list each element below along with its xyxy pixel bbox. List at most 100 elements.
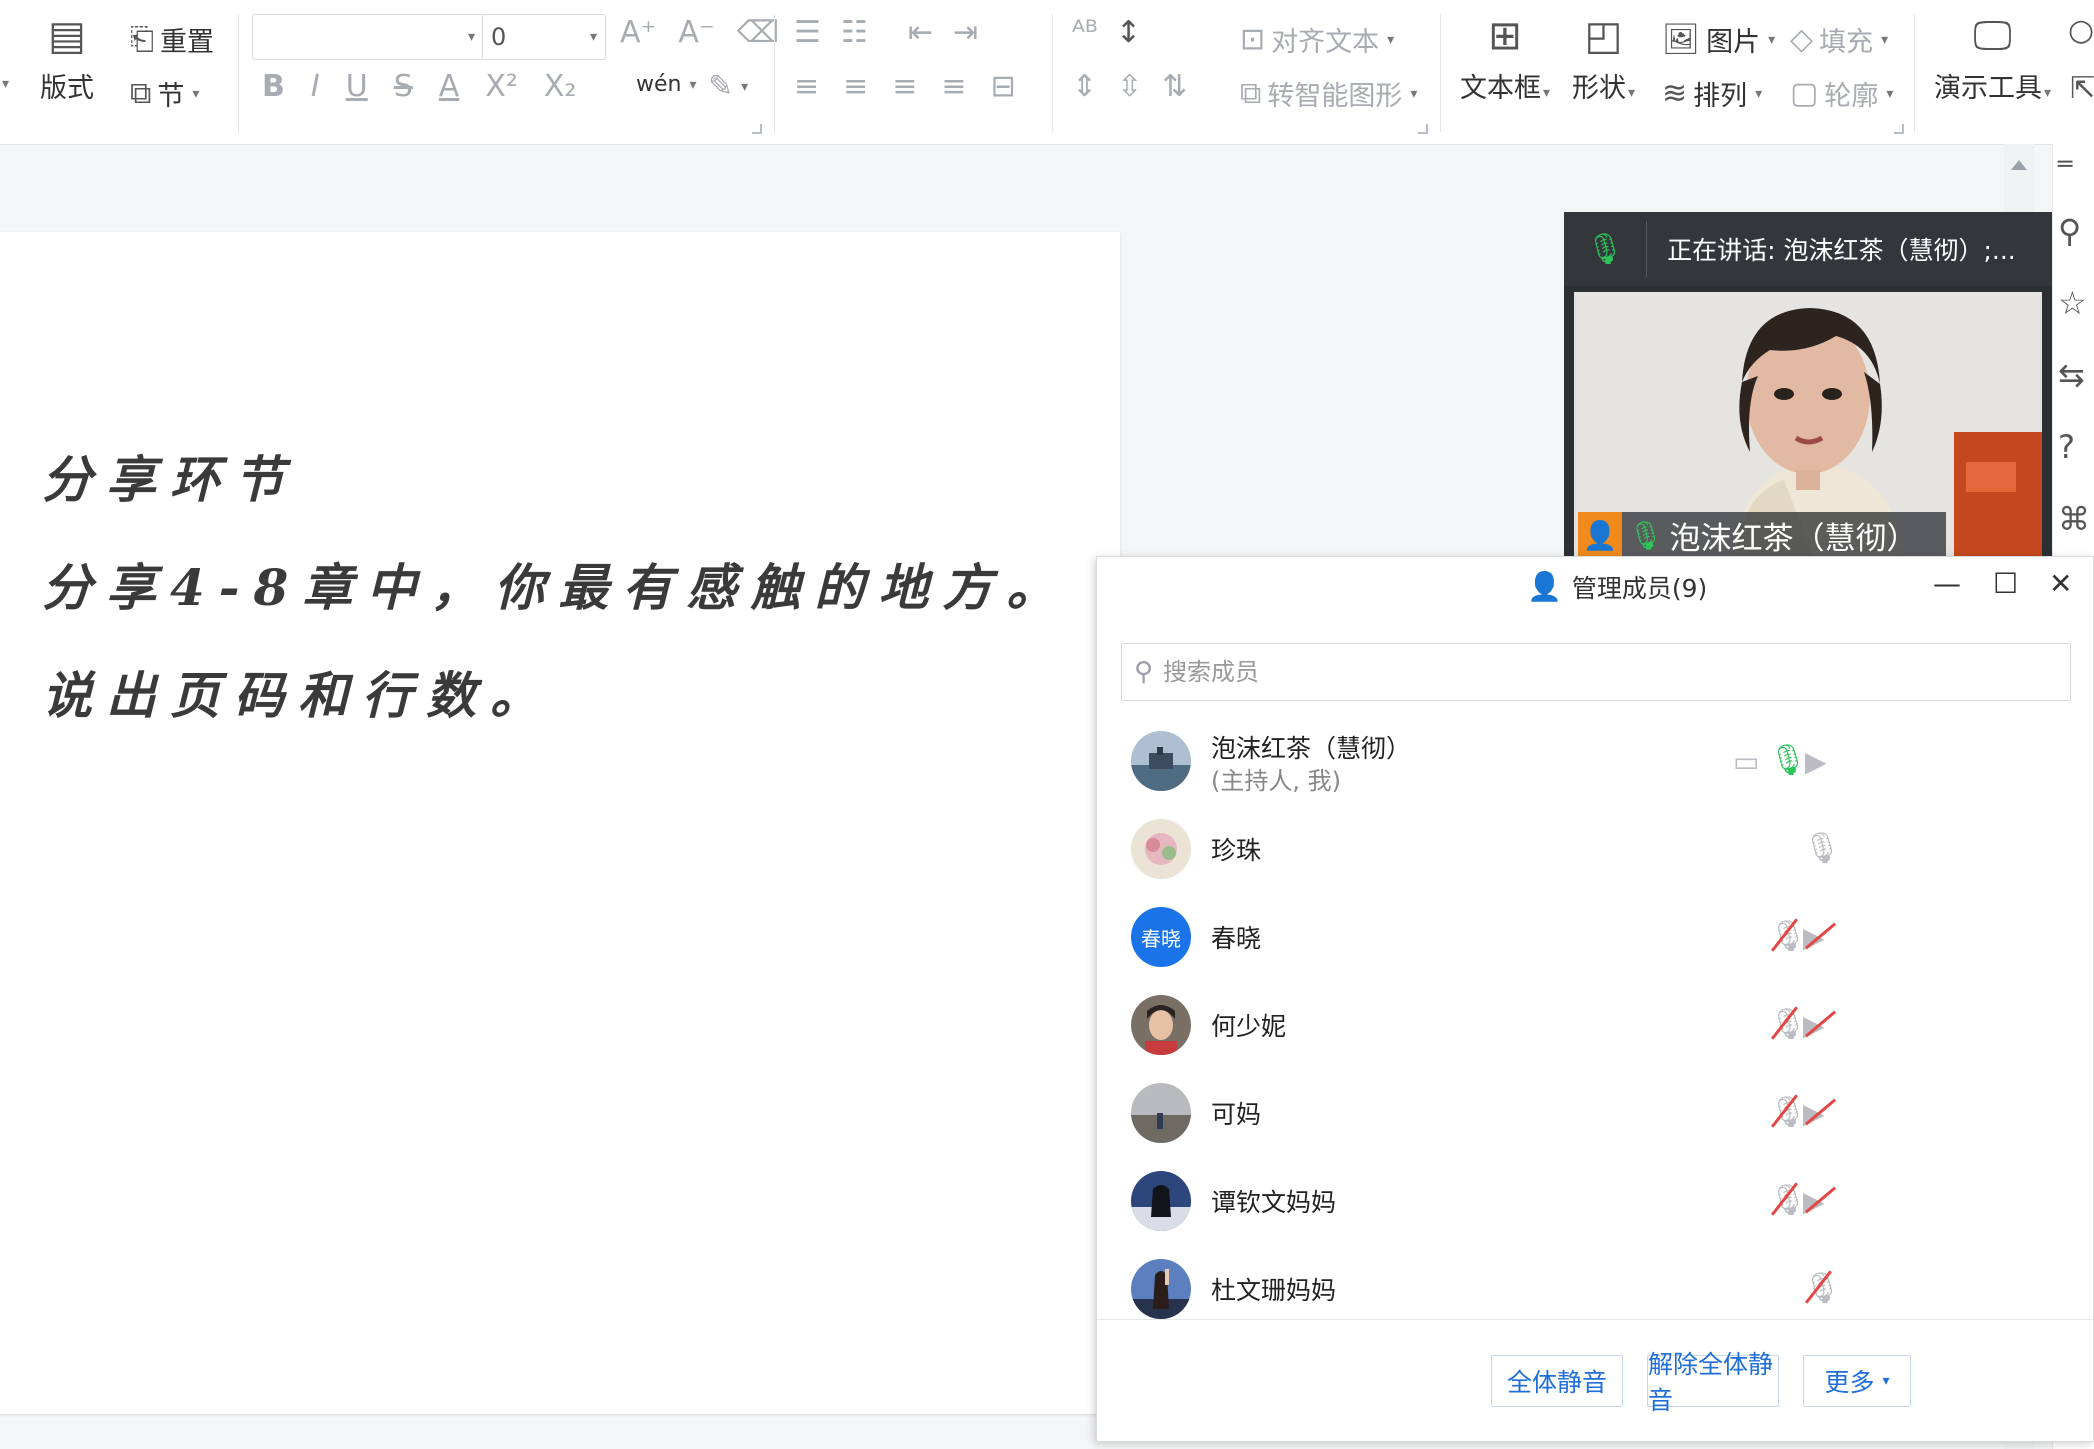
video-panel: 🎙 正在讲话: 泡沫红茶（慧彻）;... 👤 🎙 泡沫红茶（慧彻） xyxy=(1564,212,2052,558)
minimize-icon[interactable]: — xyxy=(1933,567,1961,600)
more-button[interactable]: 更多 ▾ xyxy=(1803,1355,1911,1407)
mic-muted-icon[interactable]: 🎙 xyxy=(1769,918,1807,954)
font-color-icon[interactable]: A xyxy=(439,72,460,102)
member-row[interactable]: 珍珠 🎙 xyxy=(1097,805,2093,893)
text-direction-tools: ᴬᴮ ↕ xyxy=(1072,18,1141,48)
font-name-combo[interactable]: ▾ xyxy=(252,14,484,60)
font-size-combo[interactable]: 0 ▾ xyxy=(482,14,606,60)
mic-muted-icon[interactable]: 🎙 xyxy=(1769,1094,1807,1130)
subscript-icon[interactable]: X₂ xyxy=(544,72,577,102)
search-icon: ⚲ xyxy=(1134,657,1154,687)
gallery-icon[interactable]: ⌘ xyxy=(2058,500,2090,538)
avatar xyxy=(1131,819,1191,879)
window-title: 👤 管理成员(9) xyxy=(1527,569,1707,605)
fill-button[interactable]: ◇ 填充 ▾ xyxy=(1790,20,1888,59)
font-dialog-launcher[interactable] xyxy=(752,124,762,134)
justify-icon[interactable]: ≡ xyxy=(941,72,966,102)
italic-icon[interactable]: I xyxy=(311,72,320,102)
text-direction-icon[interactable]: ᴬᴮ xyxy=(1072,18,1098,48)
star-icon[interactable]: ☆ xyxy=(2058,284,2087,322)
export-icon[interactable]: ⇱ xyxy=(2070,74,2094,104)
screen-share-icon[interactable]: ▭ xyxy=(1733,745,1759,778)
window-titlebar[interactable]: 👤 管理成员(9) — ☐ ✕ xyxy=(1097,557,2093,617)
sort-icon[interactable]: ↕ xyxy=(1116,18,1141,48)
properties-icon[interactable]: ⚲ xyxy=(2058,212,2081,250)
textbox-button[interactable]: ⊞ 文本框 ▾ xyxy=(1460,16,1550,105)
camera-off-icon[interactable]: ▶ xyxy=(1803,1009,1837,1042)
para-spacing-icon[interactable]: ⇳ xyxy=(1117,72,1142,102)
arrange-button[interactable]: ≋ 排列 ▾ xyxy=(1662,74,1762,113)
align-left-icon[interactable]: ≡ xyxy=(794,72,819,102)
unmute-all-button[interactable]: 解除全体静音 xyxy=(1647,1350,1779,1415)
bullet-list-icon[interactable]: ☰ xyxy=(794,18,821,48)
mute-all-button[interactable]: 全体静音 xyxy=(1491,1355,1623,1407)
layout-button[interactable]: ▤ 版式 xyxy=(40,16,94,105)
scroll-up-arrow-icon[interactable] xyxy=(2011,160,2027,170)
camera-off-icon[interactable]: ▶ xyxy=(1803,1097,1837,1130)
member-row[interactable]: 谭钦文妈妈 🎙 ▶ xyxy=(1097,1157,2093,1245)
spacing-options-icon[interactable]: ⇅ xyxy=(1162,72,1187,102)
textbox-text: 文本框 xyxy=(1460,73,1541,104)
decrease-indent-icon[interactable]: ⇤ xyxy=(908,18,933,48)
mic-muted-icon[interactable]: 🎙 xyxy=(1803,1270,1841,1306)
section-icon: ⧉ xyxy=(130,75,152,111)
increase-indent-icon[interactable]: ⇥ xyxy=(953,18,978,48)
camera-off-icon[interactable]: ▶ xyxy=(1803,1185,1837,1218)
mic-muted-icon[interactable]: 🎙 xyxy=(1769,1182,1807,1218)
clear-format-icon[interactable]: ⌫ xyxy=(737,18,779,48)
member-search-input[interactable] xyxy=(1161,657,2026,687)
outline-button[interactable]: ▢ 轮廓 ▾ xyxy=(1790,74,1893,113)
help-icon[interactable]: ? xyxy=(2058,428,2075,466)
align-right-icon[interactable]: ≡ xyxy=(892,72,917,102)
reset-button[interactable]: ⎗ 重置 xyxy=(130,20,214,59)
distribute-icon[interactable]: ⊟ xyxy=(991,72,1016,102)
member-row[interactable]: 可妈 🎙 ▶ xyxy=(1097,1069,2093,1157)
superscript-icon[interactable]: X² xyxy=(485,72,518,102)
divider xyxy=(1646,221,1648,277)
chevron-down-icon: ▾ xyxy=(689,76,697,93)
divider xyxy=(238,14,239,132)
close-icon[interactable]: ✕ xyxy=(2049,567,2072,600)
camera-icon[interactable]: ▶ xyxy=(1805,745,1827,778)
chevron-down-icon: ▾ xyxy=(1387,31,1395,48)
align-center-icon[interactable]: ≡ xyxy=(843,72,868,102)
present-tools-button[interactable]: 🖵 演示工具 ▾ xyxy=(1934,16,2051,105)
microphone-icon[interactable]: 🎙 xyxy=(1769,743,1807,778)
highlight-button[interactable]: ✎ ▾ xyxy=(708,72,748,102)
present-tools-icon: 🖵 xyxy=(1973,13,2012,59)
member-search[interactable]: ⚲ xyxy=(1121,643,2071,701)
video-name-tag: 👤 🎙 泡沫红茶（慧彻） xyxy=(1578,512,1946,558)
search-icon[interactable]: ○ xyxy=(2068,16,2094,46)
document-page[interactable]: 分享环节 分享4-8章中，你最有感触的地方。 说出页码和行数。 xyxy=(0,232,1120,1414)
shape-button[interactable]: ◰ 形状 ▾ xyxy=(1572,16,1635,105)
partial-caret[interactable]: ▾ xyxy=(0,76,9,92)
smart-shape-button[interactable]: ⧉ 转智能图形 ▾ xyxy=(1240,74,1417,113)
font-size-tools: A⁺ A⁻ ⌫ xyxy=(620,18,779,48)
line-spacing-icon[interactable]: ⇕ xyxy=(1072,72,1097,102)
member-row[interactable]: 泡沫红茶（慧彻） (主持人, 我) ▭ 🎙 ▶ xyxy=(1097,717,2093,805)
member-row[interactable]: 何少妮 🎙 ▶ xyxy=(1097,981,2093,1069)
align-text-button[interactable]: ⊡ 对齐文本 ▾ xyxy=(1240,20,1394,59)
strikethrough-icon[interactable]: S xyxy=(394,72,413,102)
numbered-list-icon[interactable]: ☷ xyxy=(841,18,868,48)
maximize-icon[interactable]: ☐ xyxy=(1993,567,2018,600)
video-feed[interactable]: 👤 🎙 泡沫红茶（慧彻） xyxy=(1574,292,2042,558)
microphone-icon: 🎙 xyxy=(1586,231,1625,267)
camera-off-icon[interactable]: ▶ xyxy=(1803,921,1837,954)
picture-button[interactable]: 🖼 图片 ▾ xyxy=(1662,20,1775,59)
microphone-icon[interactable]: 🎙 xyxy=(1803,831,1841,866)
section-button[interactable]: ⧉ 节 ▾ xyxy=(130,74,199,113)
paragraph-dialog-launcher[interactable] xyxy=(1418,124,1428,134)
member-row[interactable]: 春晓 春晓 🎙 ▶ xyxy=(1097,893,2093,981)
underline-icon[interactable]: U xyxy=(346,72,368,102)
transition-icon[interactable]: ⇆ xyxy=(2058,356,2085,394)
shape-icon: ◰ xyxy=(1584,13,1623,59)
drawing-dialog-launcher[interactable] xyxy=(1894,124,1904,134)
shrink-font-icon[interactable]: A⁻ xyxy=(678,18,714,48)
collapse-icon[interactable]: ═ xyxy=(2058,150,2072,178)
pinyin-button[interactable]: wén ▾ xyxy=(636,72,697,97)
video-participant-name: 泡沫红茶（慧彻） xyxy=(1669,520,1918,557)
grow-font-icon[interactable]: A⁺ xyxy=(620,18,656,48)
bold-icon[interactable]: B xyxy=(262,72,285,102)
mic-muted-icon[interactable]: 🎙 xyxy=(1769,1006,1807,1042)
